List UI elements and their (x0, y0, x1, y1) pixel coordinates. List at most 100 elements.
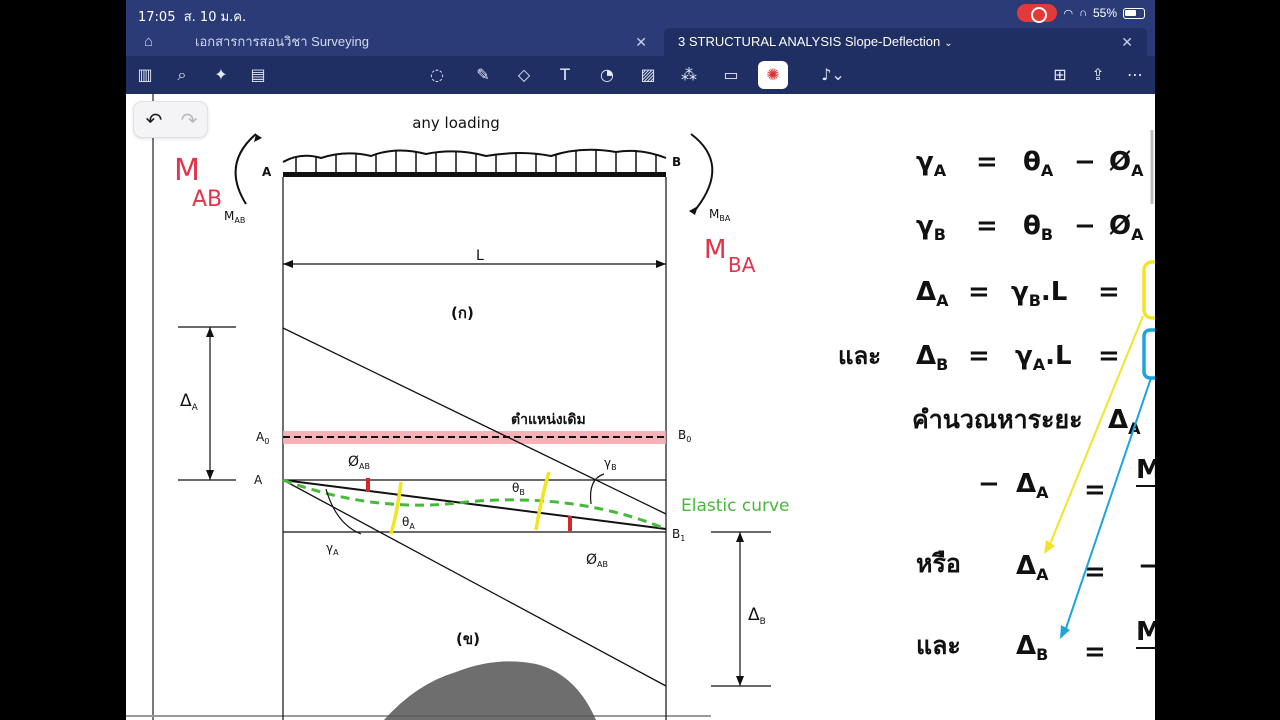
shape-icon[interactable]: ◔ (596, 64, 618, 86)
lasso-icon[interactable]: ◌ (426, 64, 448, 86)
b0-label: B0 (678, 428, 691, 444)
moment-ba-label: MBA (709, 207, 731, 223)
handwritten-m-ab: M (174, 153, 200, 188)
eq6-lhs: ΔA (1016, 551, 1049, 584)
theta-a-highlight (389, 481, 403, 535)
yellow-box-highlight (1142, 260, 1155, 320)
page-content: any loading A B MAB MBA M AB M BA L (ก) … (126, 94, 1155, 720)
close-icon[interactable]: ✕ (1121, 28, 1133, 56)
redo-icon[interactable]: ↷ (176, 108, 202, 132)
eq7-lhs: ΔB (1016, 631, 1048, 664)
tangent-line-b (282, 327, 667, 515)
eq1-phi: ØA (1109, 147, 1144, 180)
add-page-icon[interactable]: ⊞ (1049, 64, 1071, 86)
eraser-icon[interactable]: ◇ (513, 64, 535, 86)
and-label-2: และ (916, 631, 961, 660)
eq3-lhs: ΔA (916, 277, 949, 310)
phi-ab-top-label: ØAB (348, 454, 370, 471)
eq2-minus: − (1074, 211, 1096, 241)
eq7-equals: = (1084, 637, 1106, 667)
ipad-screen: 17:05 ส. 10 ม.ค. ◠ ∩ 55% ⌂ เอกสารการสอนว… (126, 0, 1155, 720)
gamma-a-label: γA (326, 541, 339, 557)
a0-label: A0 (256, 430, 269, 446)
microphone-icon[interactable]: ♪⌄ (814, 64, 852, 86)
eq6-minus: − (1138, 551, 1155, 581)
tab-surveying[interactable]: เอกสารการสอนวิชา Surveying ✕ (181, 28, 661, 56)
moment-ab-arc (234, 133, 257, 205)
chord-line (282, 479, 667, 530)
eq2-lhs: γB (916, 211, 946, 244)
toolbar: ▥ ⌕ ✦ ▤ ◌ ✎ ◇ T ◔ ▨ ⁂ ▭ ✺ ♪⌄ ⊞ ⇪ ⋯ (126, 56, 1155, 94)
tab-structural-analysis[interactable]: 3 STRUCTURAL ANALYSIS Slope-Deflection ⌄ … (664, 28, 1147, 56)
figure-a-label: (ก) (451, 304, 474, 322)
eq2-phi: ØA (1109, 211, 1144, 244)
theta-a-label: θA (402, 515, 415, 531)
tangent-line-a (282, 479, 667, 687)
eq4-lhs: ΔB (916, 341, 948, 374)
eq3-equals-2: = (1098, 277, 1120, 307)
original-position-label: ตำแหน่งเดิม (511, 412, 586, 428)
date: ส. 10 ม.ค. (183, 10, 247, 25)
image-icon[interactable]: ▨ (637, 64, 659, 86)
eq1-minus: − (1074, 147, 1096, 177)
sidebar-icon[interactable]: ▥ (134, 64, 156, 86)
clock: 17:05 (138, 10, 176, 25)
eq2-equals: = (976, 211, 998, 241)
eq5-m: M (1136, 455, 1155, 485)
load-label: any loading (412, 114, 500, 132)
eq2-rhs: θB (1023, 211, 1053, 244)
eq5-equals: = (1084, 475, 1106, 505)
eq6-equals: = (1084, 557, 1106, 587)
eq3-equals: = (968, 277, 990, 307)
text-box-icon[interactable]: T (554, 64, 576, 86)
stickers-icon[interactable]: ⁂ (678, 64, 700, 86)
status-time: 17:05 ส. 10 ม.ค. (138, 6, 246, 27)
headphones-icon: ∩ (1079, 7, 1087, 19)
document-icon[interactable]: ▤ (247, 64, 269, 86)
moment-diagram (384, 661, 596, 720)
gamma-b-label: γB (604, 456, 617, 472)
chevron-down-icon[interactable]: ⌄ (944, 38, 952, 49)
and-label-1: และ (838, 342, 881, 370)
blue-box-highlight (1142, 328, 1155, 380)
undo-icon[interactable]: ↶ (141, 108, 167, 132)
share-icon[interactable]: ⇪ (1087, 64, 1109, 86)
delta-a-dim-label: ΔA (180, 391, 199, 413)
eq5-minus: − (978, 469, 1000, 499)
laser-pointer-icon[interactable]: ✺ (758, 61, 788, 89)
handwritten-m-ba: M (704, 235, 726, 265)
more-icon[interactable]: ⋯ (1124, 64, 1146, 86)
battery-percent: 55% (1092, 6, 1117, 20)
pen-icon[interactable]: ✎ (472, 64, 494, 86)
tab-label: เอกสารการสอนวิชา Surveying (195, 34, 369, 49)
phi-ab-bottom-label: ØAB (586, 552, 608, 569)
tab-label: 3 STRUCTURAL ANALYSIS Slope-Deflection (678, 34, 941, 49)
moment-ba-arc (690, 133, 714, 210)
theta-b-label: θB (512, 481, 525, 497)
delta-b-dim-label: ΔB (748, 605, 766, 627)
screen-recording-icon[interactable] (1017, 4, 1058, 23)
or-label: หรือ (916, 549, 961, 578)
screen: 17:05 ส. 10 ม.ค. ◠ ∩ 55% ⌂ เอกสารการสอนว… (0, 0, 1280, 720)
eq4-equals: = (968, 341, 990, 371)
figure-b-label: (ข) (456, 630, 480, 648)
sparkle-icon[interactable]: ✦ (210, 64, 232, 86)
beam (283, 172, 666, 177)
moment-ab-label: MAB (224, 209, 245, 225)
close-icon[interactable]: ✕ (635, 28, 647, 56)
search-icon[interactable]: ⌕ (171, 64, 193, 86)
sticky-note-icon[interactable]: ▭ (720, 64, 742, 86)
eq4-equals-2: = (1098, 341, 1120, 371)
eq5-lhs: ΔA (1016, 469, 1049, 502)
wifi-icon: ◠ (1063, 7, 1074, 20)
home-icon[interactable]: ⌂ (144, 33, 162, 51)
status-right: ◠ ∩ 55% (1017, 4, 1145, 23)
handwritten-m-ba-sub: BA (728, 253, 756, 277)
document-page[interactable]: any loading A B MAB MBA M AB M BA L (ก) … (126, 94, 1155, 720)
undo-redo-group: ↶ ↷ (133, 101, 208, 138)
support-b-label: B (672, 155, 681, 169)
a1-label: A (254, 473, 263, 487)
status-bar: 17:05 ส. 10 ม.ค. ◠ ∩ 55% (126, 0, 1155, 28)
load-curve (282, 148, 667, 163)
eq1-lhs: γA (916, 147, 947, 180)
